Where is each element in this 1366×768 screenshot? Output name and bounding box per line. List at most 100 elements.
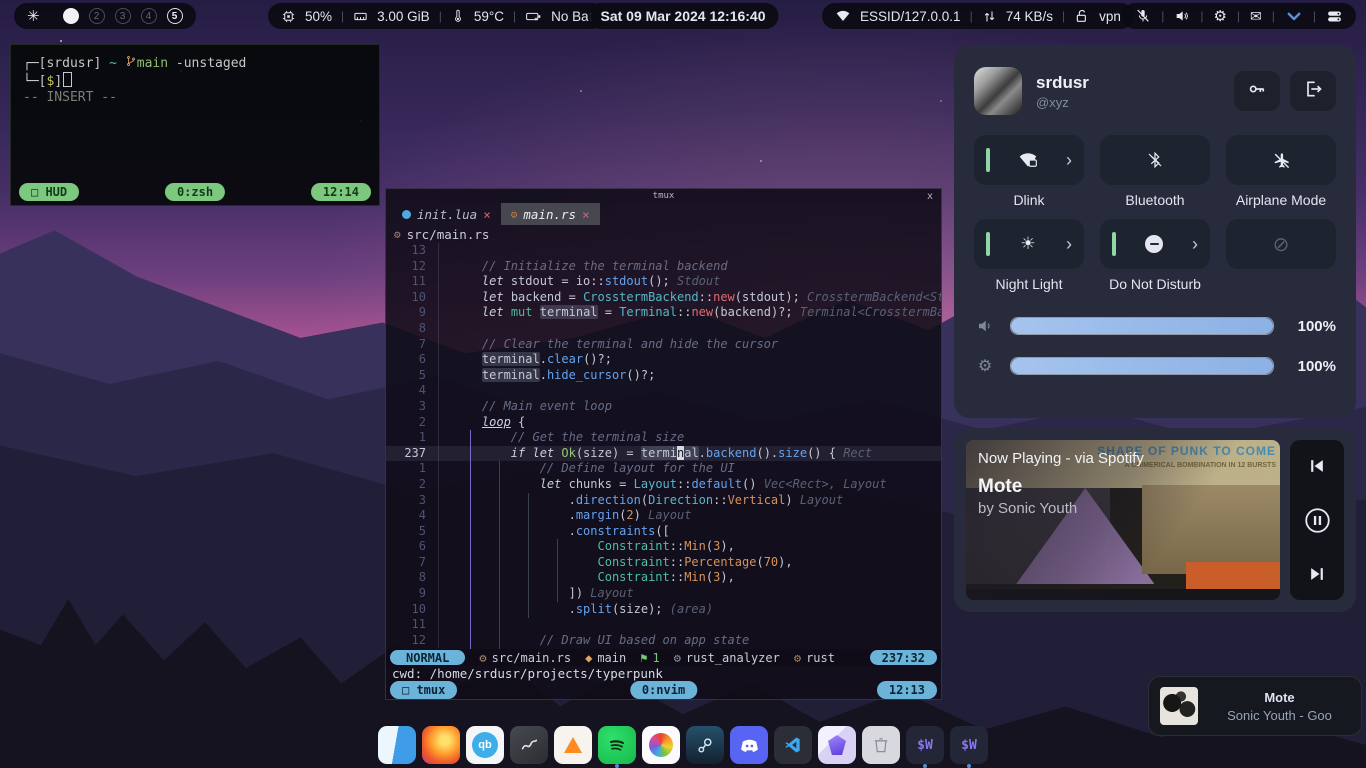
code-line[interactable]: 6 terminal.clear()?; xyxy=(386,352,941,368)
code-line[interactable]: 4 xyxy=(386,383,941,399)
keyring-button[interactable] xyxy=(1234,71,1280,111)
active-indicator xyxy=(986,232,990,256)
stacked-layers-icon[interactable] xyxy=(1326,8,1343,25)
code-line[interactable]: 7 // Clear the terminal and hide the cur… xyxy=(386,337,941,353)
dock-item-sw-right[interactable]: $W xyxy=(950,726,988,764)
workspace-dot-1[interactable] xyxy=(63,8,79,24)
thermometer-icon xyxy=(451,9,465,23)
vpn-lock-icon xyxy=(1074,8,1090,24)
nvim-statusline: NORMAL ⚙src/main.rs ◆main ⚑1 ⚙rust_analy… xyxy=(386,649,941,666)
code-line[interactable]: 9 let mut terminal = Terminal::new(backe… xyxy=(386,305,941,321)
dock-item-file-manager[interactable] xyxy=(378,726,416,764)
tmux-session-pill[interactable]: □ HUD xyxy=(19,183,79,201)
buffer-tabbar: init.lua × ⚙ main.rs × xyxy=(386,203,941,225)
volume-slider[interactable] xyxy=(1010,317,1274,335)
chevron-right-icon[interactable]: › xyxy=(1066,151,1072,169)
git-branch-icon xyxy=(125,55,137,67)
dock-item-qbittorrent[interactable]: qb xyxy=(466,726,504,764)
dock-item-photos[interactable] xyxy=(642,726,680,764)
toggle-bluetooth: Bluetooth xyxy=(1100,135,1210,215)
code-line[interactable]: 11 let stdout = io::stdout(); Stdout xyxy=(386,274,941,290)
chevron-right-icon[interactable]: › xyxy=(1192,235,1198,253)
dock-item-spotify[interactable] xyxy=(598,726,636,764)
code-line[interactable]: 3 // Main event loop xyxy=(386,399,941,415)
rust-icon: ⚙ xyxy=(794,651,801,665)
mic-muted-icon[interactable] xyxy=(1135,8,1151,24)
launcher-star-icon[interactable]: ✳ xyxy=(27,7,40,25)
dock-item-swirl-app[interactable] xyxy=(510,726,548,764)
next-track-button[interactable] xyxy=(1307,564,1327,584)
dock-item-trash[interactable] xyxy=(862,726,900,764)
dock-item-firefox[interactable] xyxy=(422,726,460,764)
lua-icon xyxy=(402,210,411,219)
code-line[interactable]: 10 let backend = CrosstermBackend::new(s… xyxy=(386,290,941,306)
pause-button[interactable] xyxy=(1304,507,1331,534)
window-title: tmux xyxy=(653,191,675,201)
workspace-switcher[interactable]: ✳ 2345 xyxy=(14,3,196,29)
avatar xyxy=(974,67,1022,115)
prompt-user: srdusr xyxy=(46,56,93,71)
hud-terminal-window: ┌─[srdusr] ~ main -unstaged └─[$] -- INS… xyxy=(10,44,380,206)
speaker-icon[interactable] xyxy=(1174,8,1190,24)
code-line[interactable]: 2 loop { xyxy=(386,415,941,431)
desktop: ✳ 2345 50% | 3.00 GiB | 59°C | No Bat Sa… xyxy=(0,0,1366,768)
brightness-slider[interactable] xyxy=(1010,357,1274,375)
dock-item-vscode[interactable] xyxy=(774,726,812,764)
do-not-disturb-button[interactable]: › xyxy=(1100,219,1210,269)
window-titlebar[interactable]: tmux x xyxy=(386,189,941,203)
statusline-lsp: ⚙rust_analyzer xyxy=(674,651,780,665)
logout-button[interactable] xyxy=(1290,71,1336,111)
code-area[interactable]: 1312 // Initialize the terminal backend1… xyxy=(386,243,941,649)
window-close-icon[interactable]: x xyxy=(927,191,933,202)
chevron-down-icon[interactable] xyxy=(1285,7,1303,25)
gear-icon[interactable]: ⚙ xyxy=(1213,9,1226,24)
tmux-session-pill[interactable]: □ tmux xyxy=(390,681,457,699)
workspace-dot-2[interactable]: 2 xyxy=(89,8,105,24)
tab-init-lua[interactable]: init.lua × xyxy=(392,203,501,225)
toggle-label: Bluetooth xyxy=(1100,185,1210,215)
user-row: srdusr @xyz xyxy=(974,67,1336,115)
dock-item-sw-left[interactable]: $W xyxy=(906,726,944,764)
dock-item-discord[interactable] xyxy=(730,726,768,764)
tab-close-icon[interactable]: × xyxy=(483,207,491,222)
cpu-icon xyxy=(281,9,296,24)
night-light-button[interactable]: ☀› xyxy=(974,219,1084,269)
airplane-mode-button[interactable] xyxy=(1226,135,1336,185)
winbar: ⚙ src/main.rs xyxy=(386,225,941,243)
prompt-branch: main xyxy=(137,56,168,71)
code-line[interactable]: 12 // Initialize the terminal backend xyxy=(386,259,941,275)
essid-text: ESSID/127.0.0.1 xyxy=(860,9,961,24)
tab-main-rs[interactable]: ⚙ main.rs × xyxy=(501,203,600,225)
code-line[interactable]: 13 xyxy=(386,243,941,259)
running-indicator xyxy=(923,764,927,768)
dlink-button[interactable]: › xyxy=(974,135,1084,185)
media-notification[interactable]: Mote Sonic Youth - Goo xyxy=(1148,676,1362,736)
workspace-dot-5[interactable]: 5 xyxy=(167,8,183,24)
active-indicator xyxy=(986,148,990,172)
code-line[interactable]: 5 terminal.hide_cursor()?; xyxy=(386,368,941,384)
tmux-clock-pill: 12:13 xyxy=(877,681,937,699)
code-line[interactable]: 8 xyxy=(386,321,941,337)
system-tray[interactable]: | | ⚙ | ✉ | | xyxy=(1122,3,1356,29)
tab-close-icon[interactable]: × xyxy=(582,207,590,222)
system-stats-widget[interactable]: 50% | 3.00 GiB | 59°C | No Bat xyxy=(268,3,605,29)
dock-item-vlc[interactable] xyxy=(554,726,592,764)
ban-button[interactable]: ⊘ xyxy=(1226,219,1336,269)
chevron-right-icon[interactable]: › xyxy=(1066,235,1072,253)
media-controls xyxy=(1290,440,1344,600)
editor-window: tmux x init.lua × ⚙ main.rs × ⚙ src/main… xyxy=(385,188,942,700)
tmux-window-pill[interactable]: 0:nvim xyxy=(630,681,697,699)
workspace-dot-4[interactable]: 4 xyxy=(141,8,157,24)
previous-track-button[interactable] xyxy=(1307,456,1327,476)
workspace-dot-3[interactable]: 3 xyxy=(115,8,131,24)
dock-item-obsidian[interactable] xyxy=(818,726,856,764)
tmux-window-pill[interactable]: 0:zsh xyxy=(165,183,225,201)
dock-item-steam[interactable] xyxy=(686,726,724,764)
clock-widget[interactable]: Sat 09 Mar 2024 12:16:40 xyxy=(588,3,779,29)
bluetooth-button[interactable] xyxy=(1100,135,1210,185)
network-widget[interactable]: ESSID/127.0.0.1 | 74 KB/s | vpn xyxy=(822,3,1134,29)
rust-icon: ⚙ xyxy=(394,228,401,241)
ban-icon: ⊘ xyxy=(1273,232,1290,257)
mail-icon[interactable]: ✉ xyxy=(1250,9,1262,23)
user-name: srdusr xyxy=(1036,73,1089,93)
